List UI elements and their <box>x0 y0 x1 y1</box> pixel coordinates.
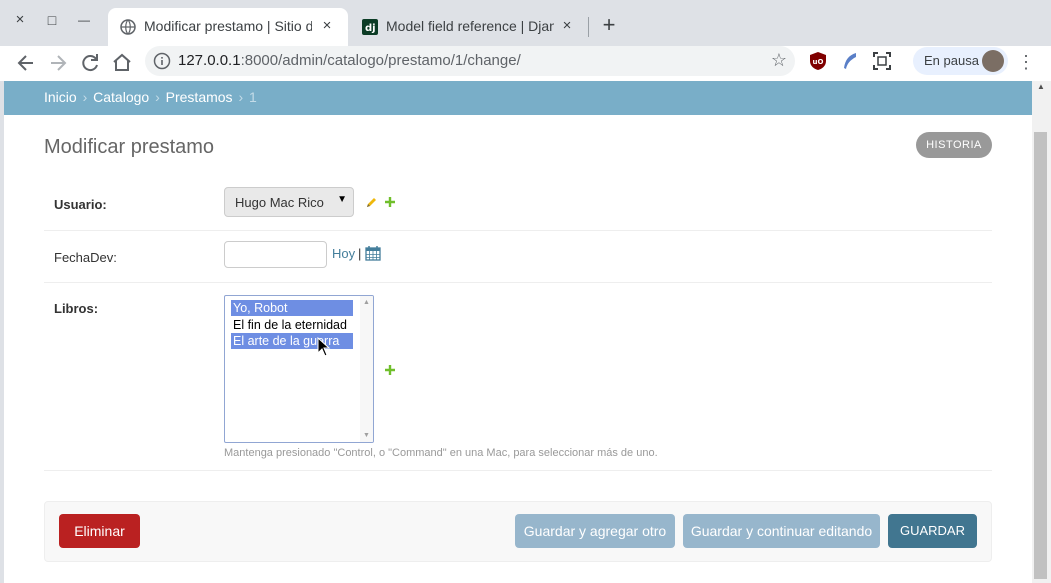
calendar-icon[interactable] <box>365 245 381 261</box>
fechadev-date-input[interactable] <box>224 241 327 268</box>
usuario-select[interactable]: Hugo Mac Rico ▼ <box>224 187 354 217</box>
tab-close-icon[interactable]: × <box>318 17 336 35</box>
libros-option[interactable]: Yo, Robot <box>231 300 353 316</box>
save-button[interactable]: GUARDAR <box>888 514 977 548</box>
add-related-plus-icon[interactable] <box>384 364 396 376</box>
window-restore-icon[interactable]: □ <box>40 8 64 32</box>
window-minimize-icon[interactable]: — <box>72 8 96 32</box>
breadcrumb-separator: › <box>238 89 244 105</box>
page-title: Modificar prestamo <box>44 136 215 158</box>
form-row-fechadev: FechaDev: Hoy | <box>44 231 992 283</box>
browser-tab-bar: × □ — Modificar prestamo | Sitio de a × … <box>0 0 1051 46</box>
info-icon[interactable] <box>153 52 171 70</box>
submit-row: Eliminar Guardar y agregar otro Guardar … <box>44 501 992 562</box>
screenshot-extension-icon[interactable] <box>872 51 892 71</box>
breadcrumb-separator: › <box>82 89 88 105</box>
breadcrumb-current: 1 <box>249 89 257 105</box>
tab-title: Model field reference | Django <box>386 18 554 34</box>
tab-modificar-prestamo[interactable]: Modificar prestamo | Sitio de a × <box>108 8 348 46</box>
tab-divider <box>588 17 589 37</box>
url-text: 127.0.0.1:8000/admin/catalogo/prestamo/1… <box>178 52 521 69</box>
profile-button[interactable]: En pausa <box>913 47 1008 75</box>
window-close-icon[interactable]: × <box>8 8 32 32</box>
delete-button[interactable]: Eliminar <box>59 514 140 548</box>
save-continue-button[interactable]: Guardar y continuar editando <box>683 514 880 548</box>
form-row-libros: Libros: Yo, Robot El fin de la eternidad… <box>44 283 992 471</box>
svg-text:uO: uO <box>813 58 824 66</box>
home-icon[interactable] <box>110 51 134 75</box>
avatar <box>982 50 1004 72</box>
django-icon: dj <box>362 19 378 35</box>
profile-label: En pausa <box>924 53 979 68</box>
scroll-down-arrow-icon[interactable]: ▼ <box>363 432 370 439</box>
scrollbar-thumb[interactable] <box>1034 132 1047 579</box>
tab-title: Modificar prestamo | Sitio de a <box>144 18 312 34</box>
libros-option[interactable]: El fin de la eternidad <box>231 317 353 333</box>
history-button[interactable]: HISTORIA <box>916 132 992 158</box>
add-related-plus-icon[interactable] <box>384 196 396 208</box>
usuario-label: Usuario: <box>54 197 107 212</box>
breadcrumb-model-link[interactable]: Prestamos <box>166 89 233 105</box>
multiselect-scrollbar[interactable]: ▲ ▼ <box>360 296 373 442</box>
breadcrumb-separator: › <box>155 89 160 105</box>
new-tab-icon[interactable]: + <box>597 14 621 38</box>
usuario-selected-value: Hugo Mac Rico <box>235 195 324 210</box>
reload-icon[interactable] <box>78 51 102 75</box>
form-row-usuario: Usuario: Hugo Mac Rico ▼ <box>44 179 992 231</box>
libros-label: Libros: <box>54 301 99 316</box>
save-add-another-button[interactable]: Guardar y agregar otro <box>515 514 675 548</box>
breadcrumb: Inicio › Catalogo › Prestamos › 1 <box>4 81 1032 115</box>
back-arrow-icon[interactable] <box>14 51 38 75</box>
libros-help-text: Mantenga presionado "Control, o "Command… <box>224 447 658 459</box>
today-link[interactable]: Hoy <box>332 246 355 261</box>
fechadev-label: FechaDev: <box>54 250 117 265</box>
browser-menu-icon[interactable]: ⋮ <box>1017 51 1035 73</box>
breadcrumb-app-link[interactable]: Catalogo <box>93 89 149 105</box>
page-viewport: Inicio › Catalogo › Prestamos › 1 Modifi… <box>4 81 1032 583</box>
link-separator: | <box>358 246 362 261</box>
feather-extension-icon[interactable] <box>840 51 860 71</box>
ublock-icon[interactable]: uO <box>808 51 828 71</box>
libros-option[interactable]: El arte de la guerra <box>231 333 353 349</box>
address-bar[interactable]: 127.0.0.1:8000/admin/catalogo/prestamo/1… <box>145 46 795 76</box>
globe-icon <box>120 19 136 35</box>
tab-django-docs[interactable]: dj Model field reference | Django × <box>350 8 588 46</box>
libros-multiselect[interactable]: Yo, Robot El fin de la eternidad El arte… <box>224 295 374 443</box>
bookmark-star-icon[interactable]: ☆ <box>771 50 787 71</box>
forward-arrow-icon[interactable] <box>46 51 70 75</box>
svg-text:dj: dj <box>365 23 376 34</box>
scroll-up-arrow-icon[interactable]: ▲ <box>363 299 370 306</box>
mouse-pointer-icon <box>317 337 331 357</box>
browser-toolbar: 127.0.0.1:8000/admin/catalogo/prestamo/1… <box>0 46 1051 81</box>
scroll-up-arrow-icon[interactable]: ▲ <box>1037 82 1045 91</box>
page-scrollbar[interactable]: ▲ <box>1032 81 1051 583</box>
breadcrumb-home-link[interactable]: Inicio <box>44 89 77 105</box>
dropdown-caret-icon: ▼ <box>337 194 347 205</box>
tab-close-icon[interactable]: × <box>558 17 576 35</box>
edit-pencil-icon[interactable] <box>366 196 378 208</box>
